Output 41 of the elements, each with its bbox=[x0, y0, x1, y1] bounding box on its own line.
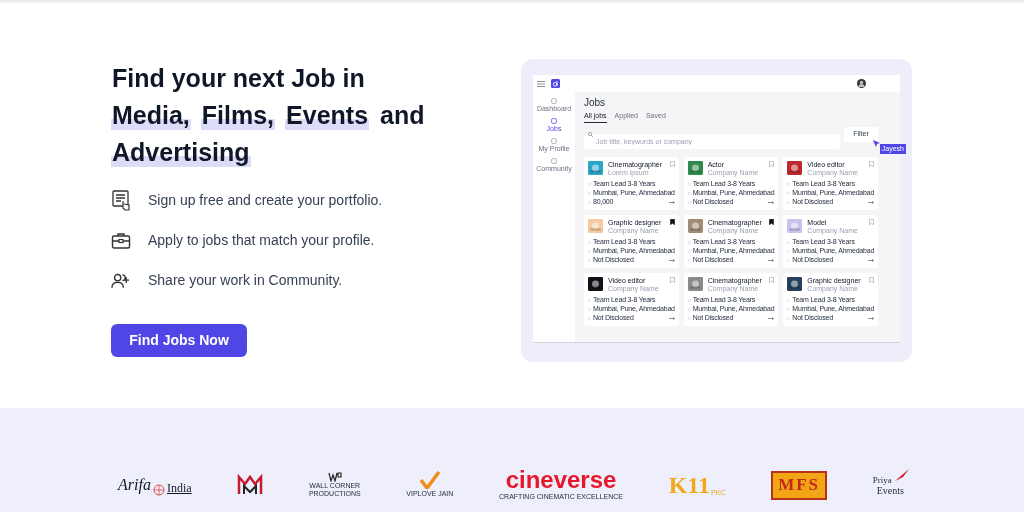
bookmark-icon[interactable] bbox=[669, 219, 675, 225]
find-jobs-button[interactable]: Find Jobs Now bbox=[111, 324, 247, 357]
nav-icon bbox=[551, 138, 557, 144]
wall-corner-icon bbox=[327, 472, 342, 482]
page-title: Jobs bbox=[584, 97, 607, 109]
arrow-icon[interactable] bbox=[868, 258, 874, 262]
arrow-icon[interactable] bbox=[868, 316, 874, 320]
arrow-icon[interactable] bbox=[768, 200, 775, 204]
cursor-icon bbox=[872, 140, 880, 147]
nav-icon bbox=[551, 118, 557, 124]
swoosh-icon bbox=[894, 468, 909, 481]
logo-text: cineverse bbox=[505, 467, 617, 492]
arrow-icon[interactable] bbox=[868, 200, 874, 204]
matrix-logo-icon bbox=[237, 474, 264, 496]
logo-text: Arifa bbox=[118, 475, 151, 496]
logo-text: Events bbox=[876, 484, 904, 496]
logo-text: K11 bbox=[668, 472, 710, 498]
headline-text: Find your next Job in bbox=[111, 62, 366, 93]
add-people-icon bbox=[111, 272, 131, 289]
feature-text: Share your work in Community. bbox=[148, 271, 343, 290]
arrow-icon[interactable] bbox=[668, 316, 675, 320]
nav-icon bbox=[551, 158, 557, 164]
logo-text: Priya bbox=[872, 474, 892, 485]
portfolio-icon bbox=[111, 190, 131, 211]
logo-text: India bbox=[166, 480, 192, 497]
bookmark-icon[interactable] bbox=[769, 219, 775, 225]
arrow-icon[interactable] bbox=[668, 258, 675, 262]
briefcase-icon bbox=[111, 231, 131, 250]
menu-icon bbox=[537, 80, 545, 87]
checkmark-icon bbox=[419, 470, 440, 489]
search-icon bbox=[588, 132, 593, 137]
logo-text: MFS bbox=[778, 474, 821, 497]
avatar-icon bbox=[857, 79, 866, 88]
arrow-icon[interactable] bbox=[668, 200, 675, 204]
headline-text: and bbox=[379, 99, 426, 130]
arrow-icon[interactable] bbox=[768, 316, 775, 320]
nav-icon bbox=[551, 98, 557, 104]
logo-icon bbox=[551, 79, 560, 88]
feature-text: Apply to jobs that match your profile. bbox=[148, 231, 375, 250]
feature-text: Sign up free and create your portfolio. bbox=[148, 191, 383, 210]
arrow-icon[interactable] bbox=[768, 258, 775, 262]
